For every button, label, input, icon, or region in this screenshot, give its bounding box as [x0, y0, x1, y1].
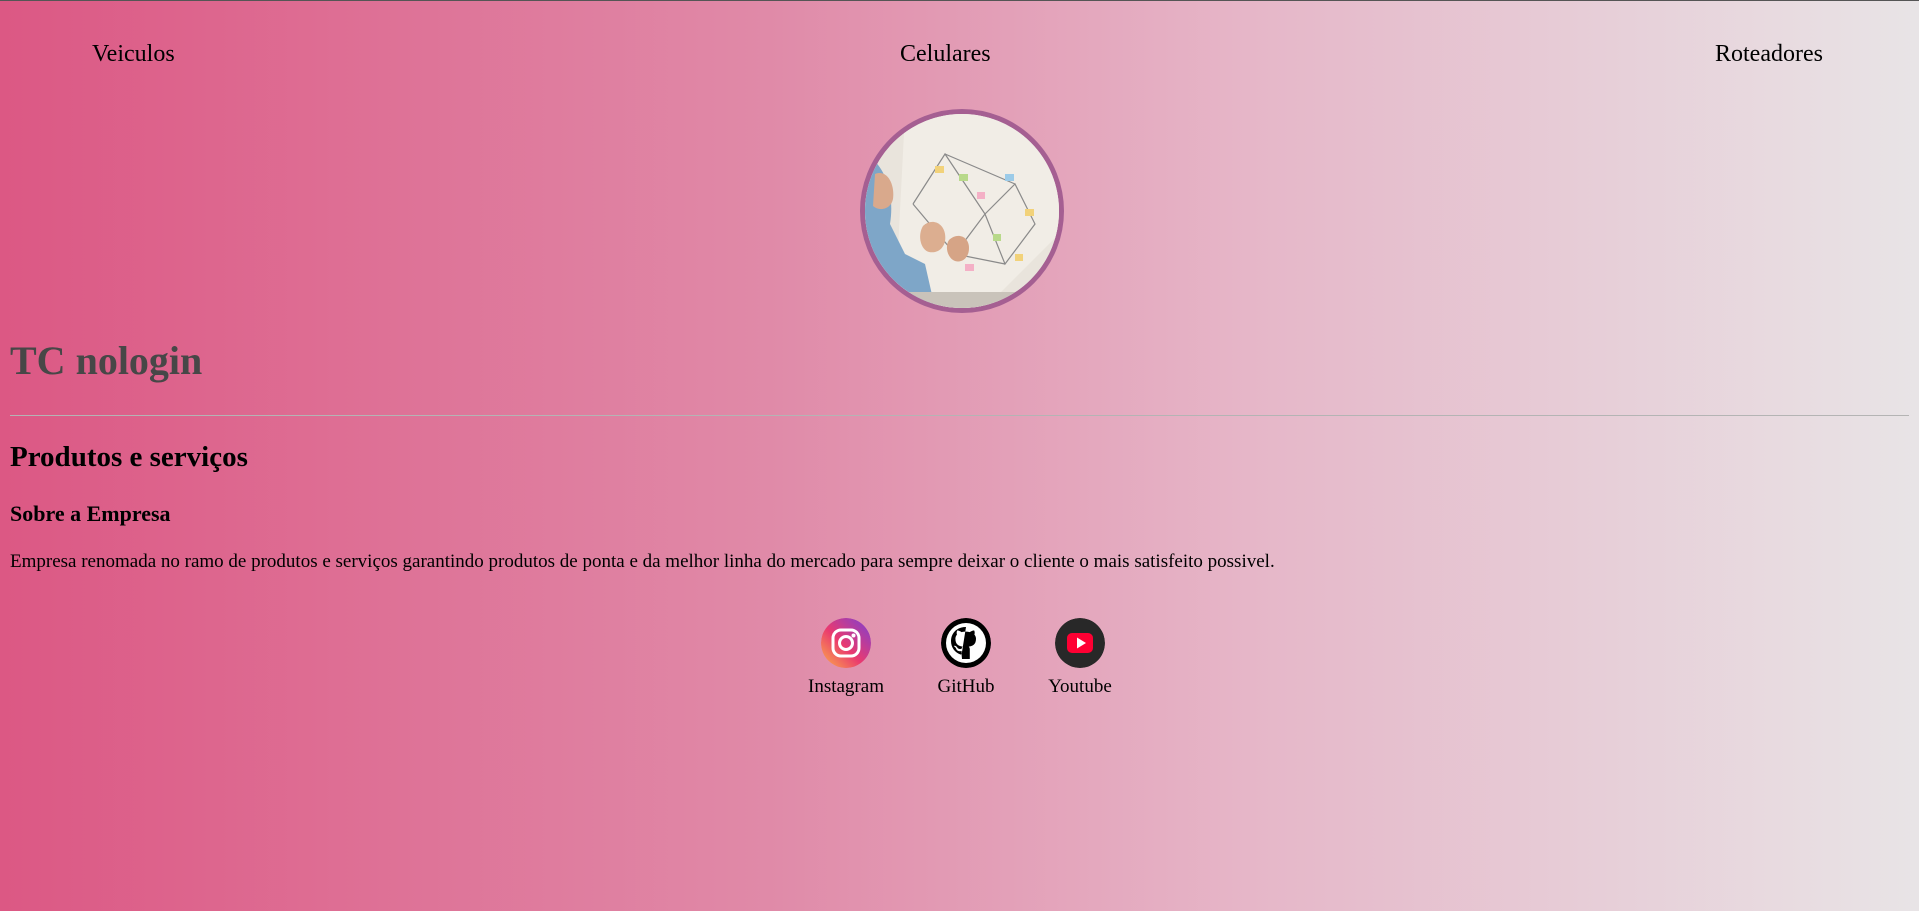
section-heading: Produtos e serviços	[10, 441, 248, 473]
team-planning-photo	[865, 114, 1059, 308]
social-link-github[interactable]: GitHub	[911, 618, 1021, 698]
top-nav: Veiculos Celulares Roteadores	[0, 41, 1919, 71]
nav-link-celulares[interactable]: Celulares	[900, 41, 991, 68]
social-link-instagram[interactable]: Instagram	[791, 618, 901, 698]
instagram-icon	[821, 618, 871, 668]
youtube-icon	[1055, 618, 1105, 668]
github-icon	[941, 618, 991, 668]
social-label: Instagram	[808, 676, 884, 697]
about-description: Empresa renomada no ramo de produtos e s…	[10, 551, 1275, 572]
divider	[10, 415, 1909, 416]
nav-link-roteadores[interactable]: Roteadores	[1715, 41, 1823, 68]
about-heading: Sobre a Empresa	[10, 501, 171, 526]
social-label: GitHub	[937, 676, 995, 697]
social-link-youtube[interactable]: Youtube	[1025, 618, 1135, 698]
social-label: Youtube	[1048, 676, 1112, 697]
brand-title: TC nologin	[10, 338, 203, 383]
hero-image	[860, 109, 1064, 313]
nav-link-veiculos[interactable]: Veiculos	[92, 41, 175, 68]
